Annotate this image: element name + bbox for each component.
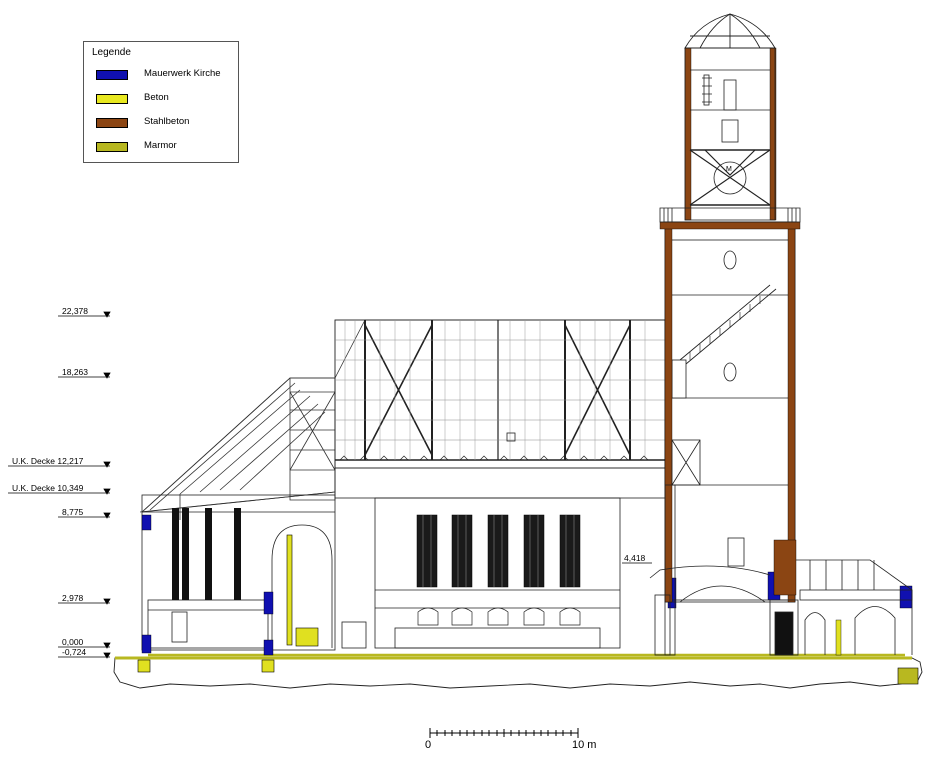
roof-eave-crenellation: [334, 460, 666, 469]
tower-dome: [684, 13, 776, 49]
belfry: [659, 47, 801, 223]
nave-windows: [416, 514, 581, 588]
ground-profile: [113, 657, 923, 689]
nave-columns: [172, 508, 241, 600]
section-drawing: M: [8, 13, 923, 738]
belfry-clock-letter: M: [726, 166, 732, 173]
arched-windows: [417, 607, 581, 626]
nave: [141, 467, 666, 651]
tower-oculus-windows: [723, 250, 737, 382]
scale-bar: [429, 728, 579, 738]
level-markers: [8, 311, 652, 659]
right-annex-beton: [835, 619, 842, 656]
main-roof-truss: [334, 319, 666, 461]
